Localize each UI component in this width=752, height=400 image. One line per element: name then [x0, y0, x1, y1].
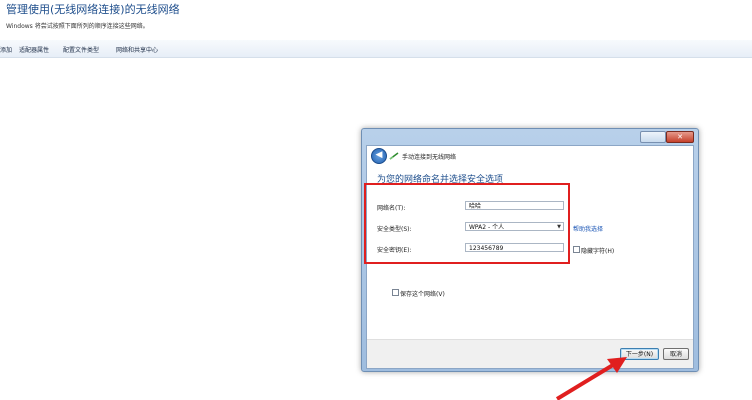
annotation-highlight-box — [364, 183, 570, 264]
save-network-checkbox[interactable] — [392, 289, 399, 296]
save-network-label: 保存这个网络(V) — [400, 291, 445, 298]
help-me-choose-link[interactable]: 帮助我选择 — [573, 224, 603, 233]
back-arrow-icon[interactable]: ◀ — [371, 148, 387, 164]
toolbar-network-sharing-center[interactable]: 网络和共享中心 — [116, 45, 158, 54]
minimize-maximize-buttons[interactable] — [640, 131, 666, 143]
annotation-arrow-icon — [555, 357, 627, 400]
dialog-footer: 下一步(N) 取消 — [367, 339, 693, 368]
toolbar-profile-type[interactable]: 配置文件类型 — [63, 45, 99, 54]
toolbar-adapter-properties[interactable]: 适配器属性 — [19, 45, 49, 54]
toolbar: 添加 适配器属性 配置文件类型 网络和共享中心 — [0, 40, 752, 58]
hide-characters-label: 隐藏字符(H) — [581, 248, 615, 255]
toolbar-add[interactable]: 添加 — [0, 45, 12, 54]
wireless-signal-icon — [389, 152, 399, 160]
page-subtitle: Windows 将尝试按照下面所列的顺序连接这些网络。 — [6, 23, 149, 30]
page-title: 管理使用(无线网络连接)的无线网络 — [6, 3, 180, 16]
hide-characters-checkbox[interactable] — [573, 246, 580, 253]
cancel-button[interactable]: 取消 — [663, 348, 689, 360]
dialog-title: 手动连接到无线网络 — [402, 154, 457, 161]
close-button[interactable]: ✕ — [666, 131, 694, 143]
